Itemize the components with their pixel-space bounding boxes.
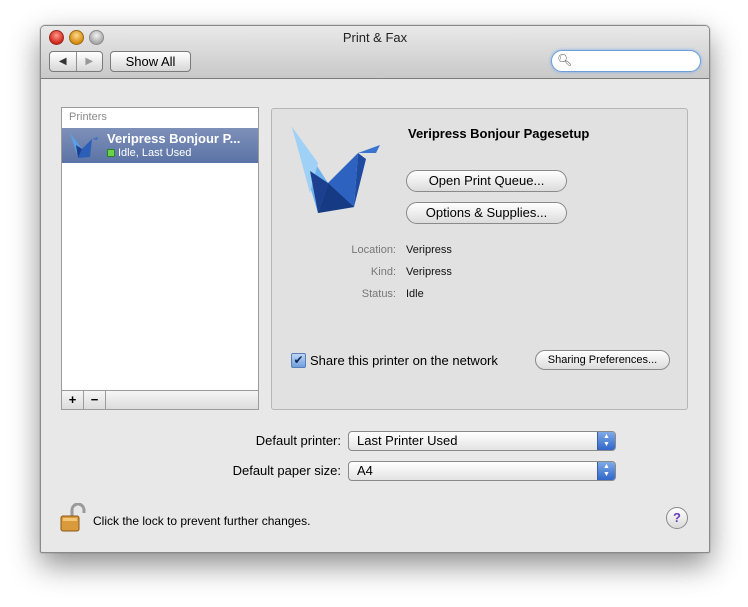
printers-list-toolbar: + − (62, 390, 258, 409)
printer-detail-panel: Veripress Bonjour Pagesetup Open Print Q… (271, 108, 688, 410)
default-paper-size-popup[interactable]: A4 ▲ ▼ (348, 461, 616, 481)
default-printer-label: Default printer: (255, 433, 341, 448)
printers-list-header: Printers (69, 111, 107, 123)
window-title: Print & Fax (342, 30, 408, 45)
share-printer-checkbox[interactable]: ✔ (291, 353, 306, 368)
open-print-queue-button[interactable]: Open Print Queue... (406, 170, 567, 192)
status-dot-icon (107, 149, 115, 158)
kind-value: Veripress (406, 266, 452, 278)
printer-list-item[interactable]: Veripress Bonjour P... Idle, Last Used (62, 128, 258, 163)
kind-label: Kind: (370, 266, 396, 278)
popup-arrows-icon: ▲ ▼ (597, 432, 615, 450)
default-paper-size-value: A4 (357, 463, 373, 478)
printer-status-text: Idle, Last Used (118, 147, 192, 159)
default-printer-popup[interactable]: Last Printer Used ▲ ▼ (348, 431, 616, 451)
printer-crane-large-icon (292, 127, 380, 213)
lock-icon[interactable] (60, 503, 86, 533)
back-arrow-icon[interactable]: ◀ (50, 52, 76, 71)
back-forward-control: ◀ ▶ (49, 51, 103, 72)
add-printer-button[interactable]: + (62, 391, 84, 409)
sharing-preferences-button[interactable]: Sharing Preferences... (535, 350, 670, 370)
show-all-button[interactable]: Show All (110, 51, 191, 72)
location-label: Location: (351, 244, 396, 256)
popup-arrows-icon: ▲ ▼ (597, 462, 615, 480)
printer-crane-icon (70, 133, 98, 158)
forward-arrow-icon[interactable]: ▶ (75, 52, 103, 71)
search-input[interactable] (574, 53, 696, 69)
remove-printer-button[interactable]: − (84, 391, 106, 409)
search-icon: 🔍︎ (557, 53, 573, 67)
printer-status: Idle, Last Used (107, 147, 191, 159)
status-value: Idle (406, 288, 424, 300)
help-button[interactable]: ? (666, 507, 688, 529)
status-label: Status: (361, 288, 396, 300)
share-printer-label[interactable]: Share this printer on the network (310, 353, 498, 368)
printer-title: Veripress Bonjour Pagesetup (408, 126, 590, 141)
lock-message: Click the lock to prevent further change… (93, 514, 311, 528)
default-printer-value: Last Printer Used (357, 433, 458, 448)
printers-list[interactable]: Printers Veripress Bonjour P... Idle, La… (61, 107, 259, 410)
titlebar: Print & Fax ◀ ▶ Show All 🔍︎ (41, 26, 709, 79)
location-value: Veripress (406, 244, 452, 256)
default-paper-size-label: Default paper size: (232, 463, 341, 478)
print-fax-window: Print & Fax ◀ ▶ Show All 🔍︎ Printers Ver… (40, 25, 710, 553)
printer-name: Veripress Bonjour P... (107, 131, 241, 146)
search-field[interactable]: 🔍︎ (551, 50, 701, 72)
options-supplies-button[interactable]: Options & Supplies... (406, 202, 567, 224)
